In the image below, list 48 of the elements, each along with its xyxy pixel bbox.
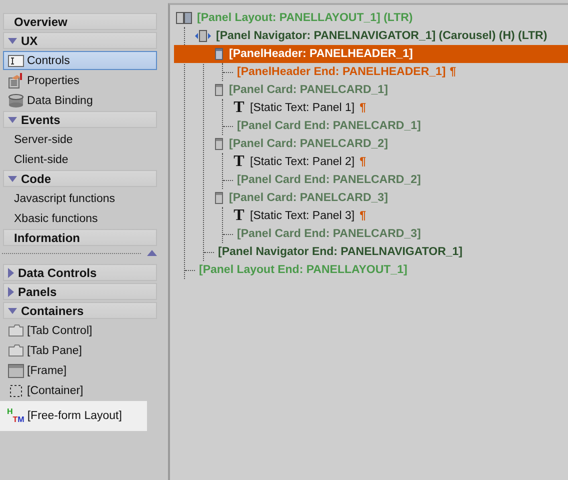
tree-item[interactable]: [PanelHeader: PANELHEADER_1] [214,45,568,63]
sidebar-item[interactable]: [Container] [3,381,157,400]
section-header[interactable]: UX [3,32,157,49]
frame-icon [8,364,24,378]
container-icon [8,384,24,398]
tree-item[interactable]: T [Static Text: Panel 2] ¶ [233,153,568,171]
section-header[interactable]: Information [3,229,157,246]
database-icon [8,94,24,108]
sidebar-item[interactable]: Properties [3,71,157,90]
tree-item[interactable]: [Panel Navigator: PANELNAVIGATOR_1] (Carousel) (H) (LTR) [195,27,568,45]
sidebar-item[interactable]: Client-side [3,150,157,169]
folder-icon [8,344,24,357]
text-icon: T [233,208,245,224]
panel-icon [214,192,224,204]
section-header[interactable]: Code [3,170,157,187]
panel-icon [214,84,224,96]
expanded-icon [8,116,17,122]
section-header[interactable]: Containers [3,302,157,319]
tree-item[interactable]: T [Static Text: Panel 3] ¶ [233,207,568,225]
section-header[interactable]: Data Controls [3,264,157,281]
tree-item[interactable]: T [Static Text: Panel 1] ¶ [233,99,568,117]
layout-icon [176,12,192,24]
navigator-icon [195,30,211,42]
sidebar-item[interactable]: Xbasic functions [3,209,157,228]
text-icon: T [233,100,245,116]
tree-item[interactable]: [Panel Navigator End: PANELNAVIGATOR_1] [204,243,568,261]
panel-icon [214,138,224,150]
properties-icon [8,72,24,88]
expanded-icon [8,38,17,44]
sidebar-item[interactable]: Data Binding [3,91,157,110]
section-header[interactable]: Overview [3,13,157,30]
expanded-icon [8,308,17,314]
text-icon: T [233,154,245,170]
section-header[interactable]: Panels [3,283,157,300]
textbox-icon [8,54,24,66]
panel-icon [214,48,224,60]
expanded-icon [8,176,17,182]
section-header[interactable]: Events [3,111,157,128]
sidebar-item[interactable]: Javascript functions [3,189,157,208]
sidebar-item[interactable]: [Tab Control] [3,321,157,340]
htm-icon: HTM [7,408,24,424]
sidebar-item[interactable]: HTM [Free-form Layout] [0,401,147,431]
sidebar-item[interactable]: [Frame] [3,361,157,380]
sidebar-item[interactable]: Controls [3,51,157,70]
sidebar-item[interactable]: Server-side [3,130,157,149]
collapse-icon[interactable] [147,250,157,256]
sidebar-item[interactable]: [Tab Pane] [3,341,157,360]
folder-icon [8,324,24,337]
